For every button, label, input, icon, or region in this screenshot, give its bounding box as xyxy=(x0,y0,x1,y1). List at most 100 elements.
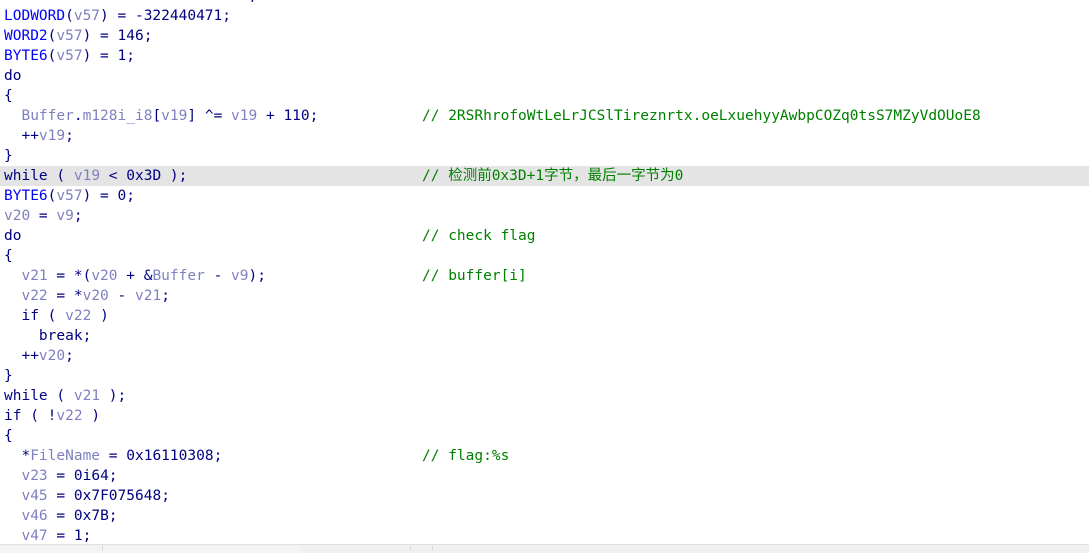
code-token: FileName xyxy=(30,448,101,464)
code-line[interactable]: v20 = v9; xyxy=(0,206,1089,226)
code-token: = xyxy=(47,468,74,484)
code-token: v19 xyxy=(231,108,258,124)
code-line[interactable]: WORD2(v57) = 146; xyxy=(0,26,1089,46)
code-token: 0i64 xyxy=(73,468,109,484)
code-token: 0x3D xyxy=(126,168,162,184)
code-token: BYTE6 xyxy=(4,48,48,64)
code-line[interactable]: v21 = *(v20 + &Buffer - v9); // buffer[i] xyxy=(0,266,1089,286)
code-token: ; xyxy=(161,288,170,304)
pseudocode-view[interactable]: v56 = 0xC1F2BAF82C97C2B1C4;LODWORD(v57) … xyxy=(0,0,1089,553)
horizontal-scrollbar[interactable] xyxy=(0,544,1089,553)
code-token: ; xyxy=(143,28,153,44)
code-line-text: while ( v21 ); xyxy=(4,388,126,404)
code-token: v22 xyxy=(56,408,83,424)
code-token: 146 xyxy=(117,28,144,44)
code-token: ; xyxy=(73,208,83,224)
code-line[interactable]: v45 = 0x7F075648; xyxy=(0,486,1089,506)
code-line-comment[interactable]: // 2RSRhrofoWtLeLrJCSlTireznrtx.oeLxuehy… xyxy=(422,106,981,126)
code-line-comment[interactable]: // buffer[i] xyxy=(422,266,527,286)
code-token: ; xyxy=(82,528,92,544)
code-line-text: *FileName = 0x16110308; xyxy=(4,448,222,464)
code-listing[interactable]: v56 = 0xC1F2BAF82C97C2B1C4;LODWORD(v57) … xyxy=(0,0,1089,546)
code-line-text: break; xyxy=(4,328,91,344)
code-token: { xyxy=(4,428,13,444)
code-token: + & xyxy=(117,268,153,284)
code-token: = xyxy=(48,0,74,4)
code-token: = xyxy=(47,488,74,504)
code-token: m128i_i8 xyxy=(82,108,153,124)
code-line[interactable]: v47 = 1; xyxy=(0,526,1089,546)
code-line[interactable]: ++v20; xyxy=(0,346,1089,366)
code-token: v20 xyxy=(91,268,118,284)
code-line-text: if ( !v22 ) xyxy=(4,408,100,424)
code-token: Buffer xyxy=(152,268,205,284)
code-token: ; xyxy=(126,188,135,204)
code-token: [ xyxy=(152,108,162,124)
horizontal-scrollbar-thumb[interactable] xyxy=(0,546,300,553)
code-line[interactable]: v23 = 0i64; xyxy=(0,466,1089,486)
code-line[interactable]: while ( v21 ); xyxy=(0,386,1089,406)
code-line[interactable]: { xyxy=(0,86,1089,106)
code-line[interactable]: LODWORD(v57) = -322440471; xyxy=(0,6,1089,26)
code-token: v9 xyxy=(231,268,249,284)
code-line[interactable]: v46 = 0x7B; xyxy=(0,506,1089,526)
code-token: 0x16110308 xyxy=(126,448,214,464)
code-line[interactable]: { xyxy=(0,246,1089,266)
code-token: v22 xyxy=(65,308,92,324)
code-token: < xyxy=(100,168,127,184)
code-line[interactable]: if ( v22 ) xyxy=(0,306,1089,326)
code-line[interactable]: if ( !v22 ) xyxy=(0,406,1089,426)
code-line[interactable]: do xyxy=(0,66,1089,86)
code-line[interactable]: *FileName = 0x16110308; // flag:%s xyxy=(0,446,1089,466)
code-line[interactable]: ++v19; xyxy=(0,126,1089,146)
code-line-text: { xyxy=(4,248,13,264)
code-line-text: v46 = 0x7B; xyxy=(4,508,117,524)
code-line-text: } xyxy=(4,368,13,384)
code-token: ( xyxy=(47,388,74,404)
code-token: v20 xyxy=(38,348,66,364)
code-token: 0x7F075648 xyxy=(73,488,162,504)
code-line-text: WORD2(v57) = 146; xyxy=(4,28,152,44)
code-line-text: do xyxy=(4,68,21,84)
code-token: do xyxy=(4,68,22,84)
code-token: 322440471 xyxy=(143,8,223,24)
code-line-text: ++v20; xyxy=(4,348,73,364)
code-line[interactable]: BYTE6(v57) = 1; xyxy=(0,46,1089,66)
code-line-text: while ( v19 < 0x3D ); xyxy=(4,168,187,184)
code-token: - xyxy=(204,268,232,284)
code-token: v22 xyxy=(21,288,48,304)
code-line[interactable]: Buffer.m128i_i8[v19] ^= v19 + 110;// 2RS… xyxy=(0,106,1089,126)
code-line[interactable]: BYTE6(v57) = 0; xyxy=(0,186,1089,206)
code-token: v57 xyxy=(56,48,83,64)
code-token: ; xyxy=(82,328,92,344)
code-line-comment[interactable]: // 检测前0x3D+1字节，最后一字节为0 xyxy=(422,166,683,186)
code-token: v21 xyxy=(135,288,162,304)
code-line-text: BYTE6(v57) = 1; xyxy=(4,48,135,64)
code-token: ( xyxy=(65,8,74,24)
scrollbar-tick-2 xyxy=(410,546,411,551)
code-token: v56 xyxy=(21,0,47,4)
code-token: } xyxy=(4,148,13,164)
code-line-comment[interactable]: // flag:%s xyxy=(422,446,509,466)
code-line[interactable]: } xyxy=(0,366,1089,386)
code-line[interactable]: v22 = *v20 - v21; xyxy=(0,286,1089,306)
code-line-text: { xyxy=(4,428,13,444)
code-line[interactable]: do // check flag xyxy=(0,226,1089,246)
code-token: ) xyxy=(82,408,101,424)
code-token: ); xyxy=(248,268,266,284)
code-token: 1 xyxy=(73,528,83,544)
code-token: ; xyxy=(213,448,223,464)
code-line-text: v22 = *v20 - v21; xyxy=(4,288,170,304)
code-line[interactable]: while ( v19 < 0x3D ); // 检测前0x3D+1字节，最后一字… xyxy=(0,166,1089,186)
code-token: v20 xyxy=(82,288,109,304)
code-token: = xyxy=(47,508,74,524)
code-line-comment[interactable]: // check flag xyxy=(422,226,536,246)
code-token: = * xyxy=(47,288,83,304)
code-line[interactable]: } xyxy=(0,146,1089,166)
code-token: ( xyxy=(47,168,74,184)
code-token: v45 xyxy=(21,488,48,504)
code-line[interactable]: break; xyxy=(0,326,1089,346)
code-line[interactable]: { xyxy=(0,426,1089,446)
code-token: ; xyxy=(161,488,170,504)
